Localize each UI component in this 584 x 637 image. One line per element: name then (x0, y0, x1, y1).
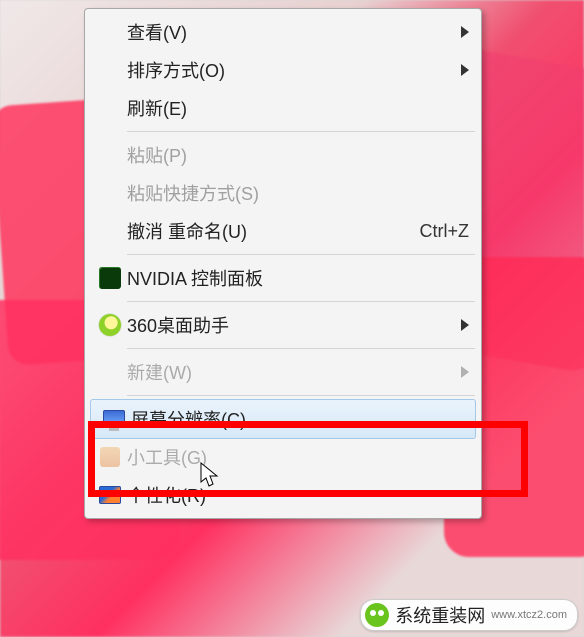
menu-item[interactable]: NVIDIA 控制面板 (87, 259, 479, 297)
screen-icon (97, 410, 131, 428)
submenu-arrow-icon (461, 366, 469, 378)
submenu-arrow-icon (461, 319, 469, 331)
menu-item[interactable]: 排序方式(O) (87, 51, 479, 89)
menu-item-label: 个性化(R) (127, 482, 469, 508)
menu-item[interactable]: 个性化(R) (87, 476, 479, 514)
desktop-context-menu: 查看(V) 排序方式(O) 刷新(E) 粘贴(P) 粘贴快捷方式(S) 撤消 重命名(U)… (84, 8, 482, 519)
menu-item-label: 新建(W) (127, 359, 455, 385)
watermark-text: 系统重装网 (395, 602, 485, 628)
menu-separator (127, 301, 475, 302)
watermark-site: www.xtcz2.com (491, 609, 567, 621)
menu-separator (127, 348, 475, 349)
menu-item-label: 查看(V) (127, 19, 455, 45)
pers-icon (93, 486, 127, 504)
menu-item-label: 撤消 重命名(U) (127, 218, 400, 244)
menu-separator (127, 395, 475, 396)
menu-separator (127, 131, 475, 132)
submenu-arrow-icon (461, 64, 469, 76)
menu-item-label: 屏幕分辨率(C) (131, 406, 465, 432)
menu-item-label: 刷新(E) (127, 95, 469, 121)
menu-item-label: NVIDIA 控制面板 (127, 265, 469, 291)
menu-item[interactable]: 360桌面助手 (87, 306, 479, 344)
menu-item-shortcut: Ctrl+Z (420, 221, 470, 242)
watermark: 系统重装网 www.xtcz2.com (360, 599, 578, 631)
menu-item-label: 360桌面助手 (127, 312, 455, 338)
360-icon (93, 314, 127, 336)
menu-item-label: 粘贴快捷方式(S) (127, 180, 469, 206)
menu-item[interactable]: 查看(V) (87, 13, 479, 51)
menu-item[interactable]: 屏幕分辨率(C) (90, 399, 476, 439)
menu-item-label: 粘贴(P) (127, 142, 469, 168)
watermark-logo-icon (365, 603, 389, 627)
menu-separator (127, 254, 475, 255)
menu-item-label: 排序方式(O) (127, 57, 455, 83)
nvidia-icon (93, 267, 127, 289)
menu-item[interactable]: 新建(W) (87, 353, 479, 391)
menu-item[interactable]: 小工具(G) (87, 438, 479, 476)
menu-item: 粘贴(P) (87, 136, 479, 174)
menu-item[interactable]: 撤消 重命名(U) Ctrl+Z (87, 212, 479, 250)
menu-item: 粘贴快捷方式(S) (87, 174, 479, 212)
submenu-arrow-icon (461, 26, 469, 38)
tool-icon (93, 447, 127, 467)
menu-item-label: 小工具(G) (127, 444, 469, 470)
menu-item[interactable]: 刷新(E) (87, 89, 479, 127)
